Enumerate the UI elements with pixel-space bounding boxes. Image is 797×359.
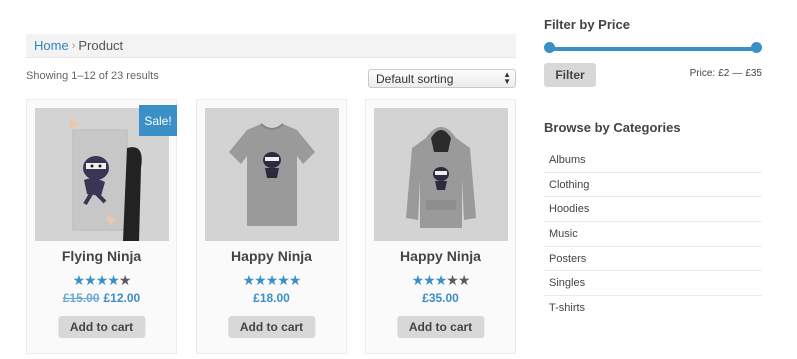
star-filled-icon: ★	[242, 272, 256, 288]
price-range-label: Price:	[689, 68, 716, 79]
filter-button[interactable]: Filter	[544, 63, 596, 87]
sorting-selected-value: Default sorting	[376, 72, 454, 86]
product-card[interactable]: Happy Ninja ★★★★★ £35.00 Add to cart	[365, 99, 516, 354]
star-filled-icon: ★	[434, 272, 448, 288]
breadcrumb-separator: ›	[71, 39, 76, 52]
price-filter-title: Filter by Price	[544, 17, 630, 32]
product-price: £18.00	[197, 291, 346, 305]
sale-price: £12.00	[103, 291, 141, 305]
result-count: Showing 1–12 of 23 results	[26, 70, 159, 82]
price-slider-track[interactable]	[549, 47, 757, 51]
star-filled-icon: ★	[72, 272, 86, 288]
add-to-cart-button[interactable]: Add to cart	[227, 316, 316, 338]
star-filled-icon: ★	[423, 272, 436, 288]
category-list: Albums Clothing Hoodies Music Posters Si…	[544, 148, 762, 321]
product-name[interactable]: Happy Ninja	[197, 248, 346, 264]
product-card[interactable]: Happy Ninja ★★★★★ £18.00 Add to cart	[196, 99, 347, 354]
category-item-clothing[interactable]: Clothing	[544, 173, 762, 198]
price: £35.00	[422, 291, 459, 305]
product-name[interactable]: Happy Ninja	[366, 248, 515, 264]
star-rating: ★★★★★	[366, 272, 515, 289]
price-range-max: £35	[745, 68, 762, 79]
product-card[interactable]: Sale! Flying Ninja ★★★★★ £15.00 £12.00 Ad…	[26, 99, 177, 354]
star-rating: ★★★★★	[27, 272, 176, 289]
price-range-min: £2	[718, 68, 730, 79]
star-empty-icon: ★	[457, 272, 471, 288]
category-item-t-shirts[interactable]: T-shirts	[544, 296, 762, 321]
star-empty-icon: ★	[118, 272, 132, 288]
product-price: £35.00	[366, 291, 515, 305]
categories-title: Browse by Categories	[544, 120, 681, 135]
product-image[interactable]	[205, 108, 339, 241]
sorting-select[interactable]: Default sorting ▲ ▼	[368, 69, 516, 88]
star-filled-icon: ★	[107, 272, 120, 288]
star-filled-icon: ★	[84, 272, 97, 288]
category-item-singles[interactable]: Singles	[544, 271, 762, 297]
star-filled-icon: ★	[277, 272, 290, 288]
price-slider-min-handle[interactable]	[544, 42, 555, 53]
star-filled-icon: ★	[95, 272, 109, 288]
select-arrows-icon: ▲ ▼	[503, 70, 511, 86]
star-filled-icon: ★	[288, 272, 302, 288]
category-item-music[interactable]: Music	[544, 222, 762, 247]
price-slider-max-handle[interactable]	[751, 42, 762, 53]
product-image[interactable]	[374, 108, 508, 241]
category-item-hoodies[interactable]: Hoodies	[544, 197, 762, 223]
star-filled-icon: ★	[411, 272, 425, 288]
breadcrumb-current: Product	[78, 38, 124, 53]
add-to-cart-button[interactable]: Add to cart	[57, 316, 146, 338]
breadcrumb: Home › Product	[26, 34, 516, 58]
category-item-posters[interactable]: Posters	[544, 247, 762, 272]
price-range-readout: Price: £2— £35	[687, 68, 762, 79]
star-filled-icon: ★	[254, 272, 267, 288]
sale-badge: Sale!	[139, 105, 177, 136]
category-item-albums[interactable]: Albums	[544, 148, 762, 173]
price: £18.00	[253, 291, 290, 305]
star-filled-icon: ★	[265, 272, 279, 288]
old-price: £15.00	[62, 291, 100, 305]
product-price: £15.00 £12.00	[27, 291, 176, 305]
star-rating: ★★★★★	[197, 272, 346, 289]
add-to-cart-button[interactable]: Add to cart	[396, 316, 485, 338]
star-empty-icon: ★	[446, 272, 459, 288]
breadcrumb-home-link[interactable]: Home	[34, 38, 69, 53]
product-name[interactable]: Flying Ninja	[27, 248, 176, 264]
price-range-dash: —	[732, 68, 743, 79]
